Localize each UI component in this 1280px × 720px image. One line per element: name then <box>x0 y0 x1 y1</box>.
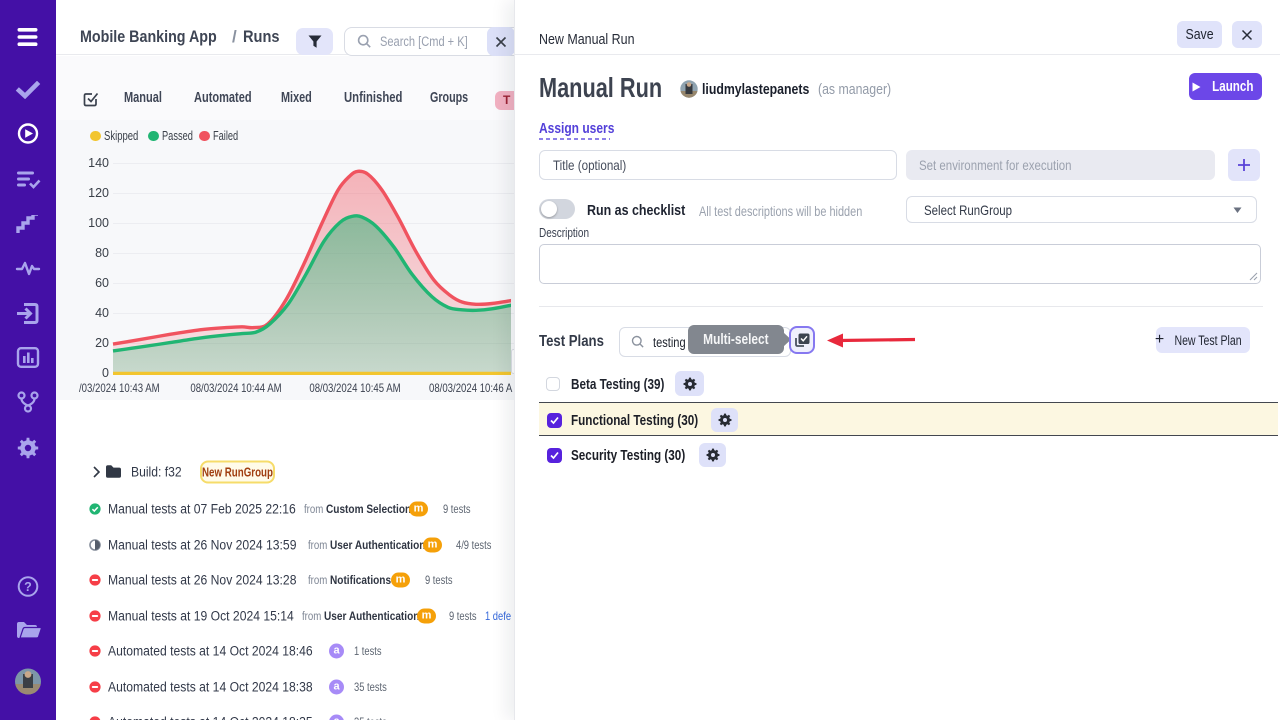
svg-text:?: ? <box>24 580 32 594</box>
